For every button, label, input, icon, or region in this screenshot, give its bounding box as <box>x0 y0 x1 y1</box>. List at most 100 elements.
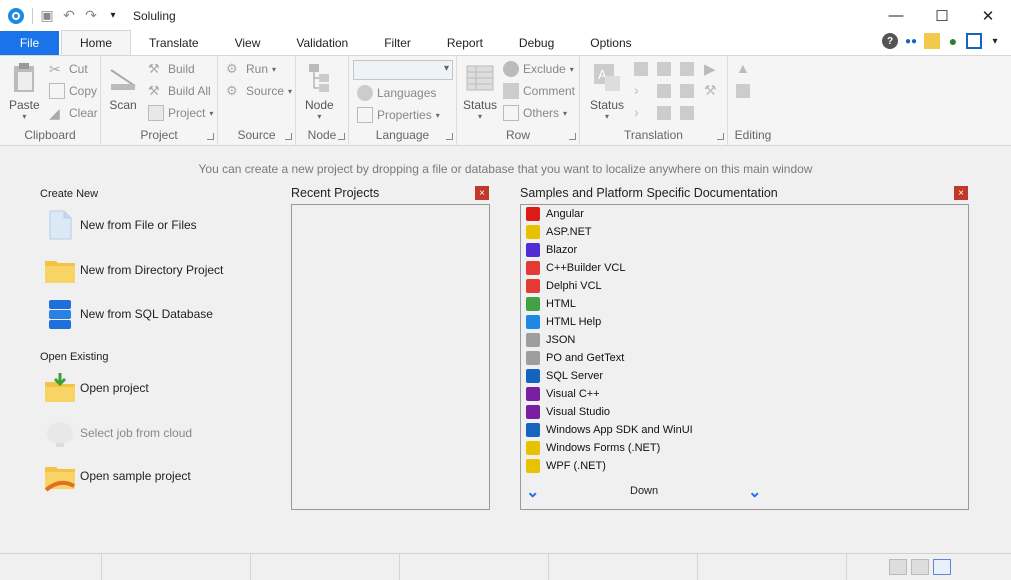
sample-item-label: ASP.NET <box>546 226 592 238</box>
node-launcher-icon[interactable] <box>338 133 345 140</box>
languages-button[interactable]: Languages <box>357 84 436 102</box>
translation-tool-6-icon[interactable] <box>657 106 671 120</box>
language-combo[interactable] <box>353 60 453 80</box>
sample-item-sql-server[interactable]: SQL Server <box>526 367 726 385</box>
sample-item-blazor[interactable]: Blazor <box>526 241 726 259</box>
select-job-cloud-button[interactable]: Select job from cloud <box>44 417 192 449</box>
binoculars-icon[interactable]: ●● <box>903 33 919 49</box>
tab-translate[interactable]: Translate <box>131 31 217 55</box>
recent-projects-list[interactable] <box>291 204 490 510</box>
wrench-icon[interactable]: ⚒ <box>704 82 717 99</box>
sample-item-winforms[interactable]: Windows Forms (.NET) <box>526 439 726 457</box>
translation-tool-4-icon[interactable] <box>657 84 671 98</box>
translation-play-icon[interactable]: ▶ <box>704 60 716 78</box>
samples-close-icon[interactable]: × <box>954 186 968 200</box>
translation-prev-icon[interactable]: › <box>634 104 639 120</box>
row-status-button[interactable]: Status ▾ <box>463 62 497 121</box>
layout-switcher <box>889 559 951 575</box>
monitor-icon[interactable] <box>966 33 982 49</box>
translation-tool-2-icon[interactable] <box>657 62 671 76</box>
tab-report[interactable]: Report <box>429 31 501 55</box>
recent-close-icon[interactable]: × <box>475 186 489 200</box>
exclude-button[interactable]: Exclude ▾ <box>503 60 574 78</box>
tab-debug[interactable]: Debug <box>501 31 572 55</box>
translation-tool-1-icon[interactable] <box>634 62 648 76</box>
spellcheck-icon[interactable] <box>736 84 750 98</box>
redo-icon[interactable]: ↷ <box>83 7 99 24</box>
scan-button[interactable]: Scan <box>109 62 137 112</box>
sample-item-delphi[interactable]: Delphi VCL <box>526 277 726 295</box>
others-button[interactable]: Others ▾ <box>503 104 567 122</box>
app-logo-icon[interactable] <box>8 7 24 24</box>
location-icon[interactable]: ● <box>945 33 961 49</box>
grid-layout-icon[interactable] <box>889 559 907 575</box>
split-layout-icon[interactable] <box>911 559 929 575</box>
node-button[interactable]: Node ▾ <box>305 62 334 121</box>
tab-options[interactable]: Options <box>572 31 649 55</box>
tab-file[interactable]: File <box>0 31 59 55</box>
undo-icon[interactable]: ↶ <box>61 7 77 24</box>
qat-customize-icon[interactable]: ▾ <box>105 10 121 21</box>
language-launcher-icon[interactable] <box>446 133 453 140</box>
sample-item-cppbuilder[interactable]: C++Builder VCL <box>526 259 726 277</box>
new-from-directory-button[interactable]: New from Directory Project <box>44 254 223 286</box>
help-icon[interactable]: ? <box>882 33 898 49</box>
aspnet-icon <box>526 225 540 239</box>
project-button[interactable]: Project ▾ <box>148 104 213 122</box>
tab-filter[interactable]: Filter <box>366 31 429 55</box>
folder-icon[interactable] <box>924 33 940 49</box>
cut-button[interactable]: ✂ Cut <box>49 60 88 78</box>
open-sample-project-label: Open sample project <box>80 469 191 483</box>
translation-tool-7-icon[interactable] <box>680 106 694 120</box>
sample-item-aspnet[interactable]: ASP.NET <box>526 223 726 241</box>
tab-home[interactable]: Home <box>61 30 132 55</box>
source-button[interactable]: ⚙ Source ▾ <box>226 82 292 100</box>
comment-button[interactable]: Comment <box>503 82 575 100</box>
row-launcher-icon[interactable] <box>569 133 576 140</box>
translation-next-icon[interactable]: › <box>634 82 639 98</box>
translation-launcher-icon[interactable] <box>717 133 724 140</box>
cppbuilder-icon <box>526 261 540 275</box>
build-all-button[interactable]: ⚒ Build All <box>148 82 211 100</box>
open-project-button[interactable]: Open project <box>44 372 149 404</box>
sample-item-visual-studio[interactable]: Visual Studio <box>526 403 726 421</box>
source-launcher-icon[interactable] <box>285 133 292 140</box>
close-button[interactable]: ✕ <box>965 0 1011 31</box>
translation-tool-5-icon[interactable] <box>680 84 694 98</box>
run-button[interactable]: ⚙ Run ▾ <box>226 60 276 78</box>
sample-item-angular[interactable]: Angular <box>526 205 726 223</box>
ribbon-tabs: File Home Translate View Validation Filt… <box>0 30 1011 55</box>
sample-item-winui[interactable]: Windows App SDK and WinUI <box>526 421 726 439</box>
tab-view[interactable]: View <box>217 31 279 55</box>
samples-down-button[interactable]: ⌄ Down ⌄ <box>520 480 968 504</box>
sample-item-json[interactable]: JSON <box>526 331 726 349</box>
save-icon[interactable]: ▣ <box>39 7 55 24</box>
maximize-button[interactable]: ☐ <box>919 0 965 31</box>
properties-button[interactable]: Properties ▾ <box>357 106 440 124</box>
copy-button[interactable]: Copy <box>49 82 97 100</box>
sample-item-html-help[interactable]: HTML Help <box>526 313 726 331</box>
sample-item-po[interactable]: PO and GetText <box>526 349 726 367</box>
open-sample-project-button[interactable]: Open sample project <box>44 460 191 492</box>
sample-item-html[interactable]: HTML <box>526 295 726 313</box>
sample-item-wpf[interactable]: WPF (.NET) <box>526 457 726 475</box>
project-launcher-icon[interactable] <box>207 133 214 140</box>
new-from-files-button[interactable]: New from File or Files <box>44 209 197 241</box>
translation-tool-3-icon[interactable] <box>680 62 694 76</box>
flask-icon[interactable]: ▲ <box>736 60 750 76</box>
clear-button[interactable]: ◢ Clear <box>49 104 98 122</box>
status-bar <box>0 553 1011 580</box>
tab-validation[interactable]: Validation <box>278 31 366 55</box>
sample-item-label: Windows App SDK and WinUI <box>546 424 693 436</box>
ribbon-options-icon[interactable]: ▾ <box>987 33 1003 49</box>
minimize-button[interactable]: — <box>873 0 919 31</box>
new-from-files-label: New from File or Files <box>80 218 197 232</box>
sample-item-visual-cpp[interactable]: Visual C++ <box>526 385 726 403</box>
paste-button[interactable]: Paste ▾ <box>9 62 40 121</box>
open-project-label: Open project <box>80 381 149 395</box>
new-from-sql-button[interactable]: New from SQL Database <box>44 298 213 330</box>
single-layout-icon[interactable] <box>933 559 951 575</box>
translation-status-button[interactable]: A Status ▾ <box>590 62 624 121</box>
build-button[interactable]: ⚒ Build <box>148 60 195 78</box>
status-cell <box>549 554 698 580</box>
